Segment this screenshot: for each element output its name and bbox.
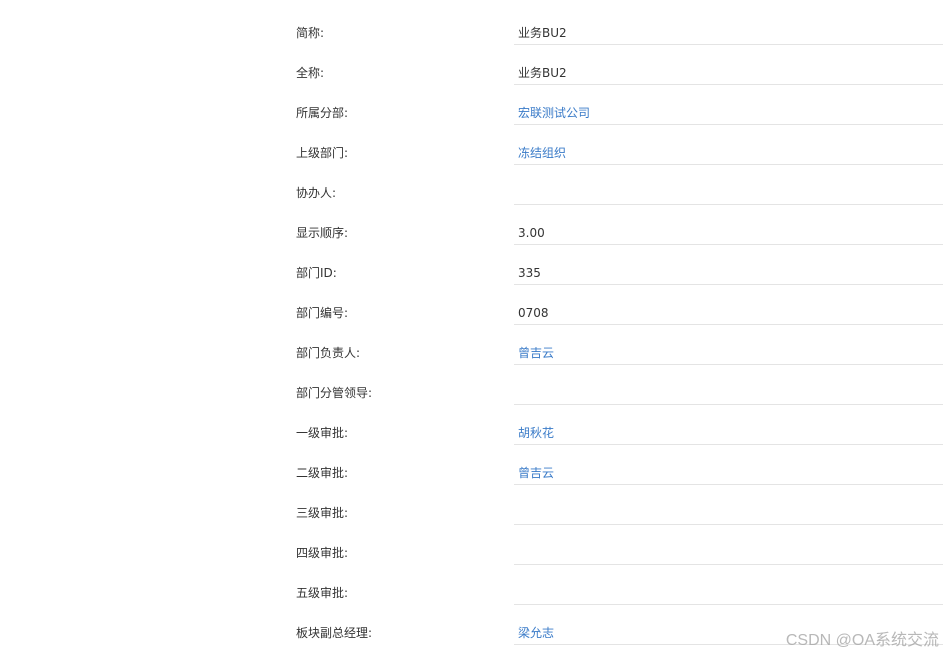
field-value-cell: 0708 <box>514 292 943 325</box>
field-value-cell: 335 <box>514 252 943 285</box>
approver-level-1-link[interactable]: 胡秋花 <box>518 425 554 441</box>
division-vice-gm-link[interactable]: 梁允志 <box>518 625 554 641</box>
field-value-cell <box>514 492 943 525</box>
field-label: 二级审批: <box>296 466 349 480</box>
field-value-cell <box>514 572 943 605</box>
field-value: 335 <box>518 266 541 280</box>
field-label: 板块副总经理: <box>296 626 373 640</box>
field-value: 业务BU2 <box>518 26 567 40</box>
field-label: 所属分部: <box>296 106 349 120</box>
field-row-supervising-leader: 部门分管领导: <box>0 372 943 412</box>
field-row-approval-level-1: 一级审批: 胡秋花 <box>0 412 943 452</box>
parent-department-link[interactable]: 冻结组织 <box>518 145 566 161</box>
field-label: 简称: <box>296 26 325 40</box>
field-label: 部门编号: <box>296 306 349 320</box>
field-label: 部门分管领导: <box>296 386 373 400</box>
field-label: 上级部门: <box>296 146 349 160</box>
field-label: 三级审批: <box>296 506 349 520</box>
field-label: 全称: <box>296 66 325 80</box>
field-value-cell: 曾吉云 <box>514 332 943 365</box>
department-info-form: 简称: 业务BU2 全称: 业务BU2 所属分部: 宏联测试公司 上级部门: 冻… <box>0 12 943 652</box>
approver-level-2-link[interactable]: 曾吉云 <box>518 465 554 481</box>
field-row-approval-level-5: 五级审批: <box>0 572 943 612</box>
field-value-cell: 3.00 <box>514 212 943 245</box>
field-label: 部门ID: <box>296 266 337 280</box>
field-row-short-name: 简称: 业务BU2 <box>0 12 943 52</box>
watermark-text: CSDN @OA系统交流 <box>785 632 939 649</box>
field-value: 业务BU2 <box>518 66 567 80</box>
subcompany-link[interactable]: 宏联测试公司 <box>518 105 590 121</box>
field-value-cell: 业务BU2 <box>514 12 943 45</box>
field-row-approval-level-2: 二级审批: 曾吉云 <box>0 452 943 492</box>
field-row-department-head: 部门负责人: 曾吉云 <box>0 332 943 372</box>
field-value: 3.00 <box>518 226 545 240</box>
field-label: 一级审批: <box>296 426 349 440</box>
field-row-approval-level-4: 四级审批: <box>0 532 943 572</box>
field-row-display-order: 显示顺序: 3.00 <box>0 212 943 252</box>
field-row-full-name: 全称: 业务BU2 <box>0 52 943 92</box>
field-row-department-id: 部门ID: 335 <box>0 252 943 292</box>
field-label: 五级审批: <box>296 586 349 600</box>
field-label: 部门负责人: <box>296 346 361 360</box>
field-row-subcompany: 所属分部: 宏联测试公司 <box>0 92 943 132</box>
field-label: 四级审批: <box>296 546 349 560</box>
field-value-cell <box>514 372 943 405</box>
field-value: 0708 <box>518 306 549 320</box>
field-row-co-organizer: 协办人: <box>0 172 943 212</box>
field-label: 显示顺序: <box>296 226 349 240</box>
field-row-department-code: 部门编号: 0708 <box>0 292 943 332</box>
field-value-cell: 冻结组织 <box>514 132 943 165</box>
field-value-cell: 业务BU2 <box>514 52 943 85</box>
field-value-cell <box>514 172 943 205</box>
field-label: 协办人: <box>296 186 337 200</box>
field-row-parent-department: 上级部门: 冻结组织 <box>0 132 943 172</box>
field-value-cell <box>514 532 943 565</box>
field-value-cell: 曾吉云 <box>514 452 943 485</box>
field-row-approval-level-3: 三级审批: <box>0 492 943 532</box>
field-value-cell: 胡秋花 <box>514 412 943 445</box>
field-value-cell: 宏联测试公司 <box>514 92 943 125</box>
department-head-link[interactable]: 曾吉云 <box>518 345 554 361</box>
